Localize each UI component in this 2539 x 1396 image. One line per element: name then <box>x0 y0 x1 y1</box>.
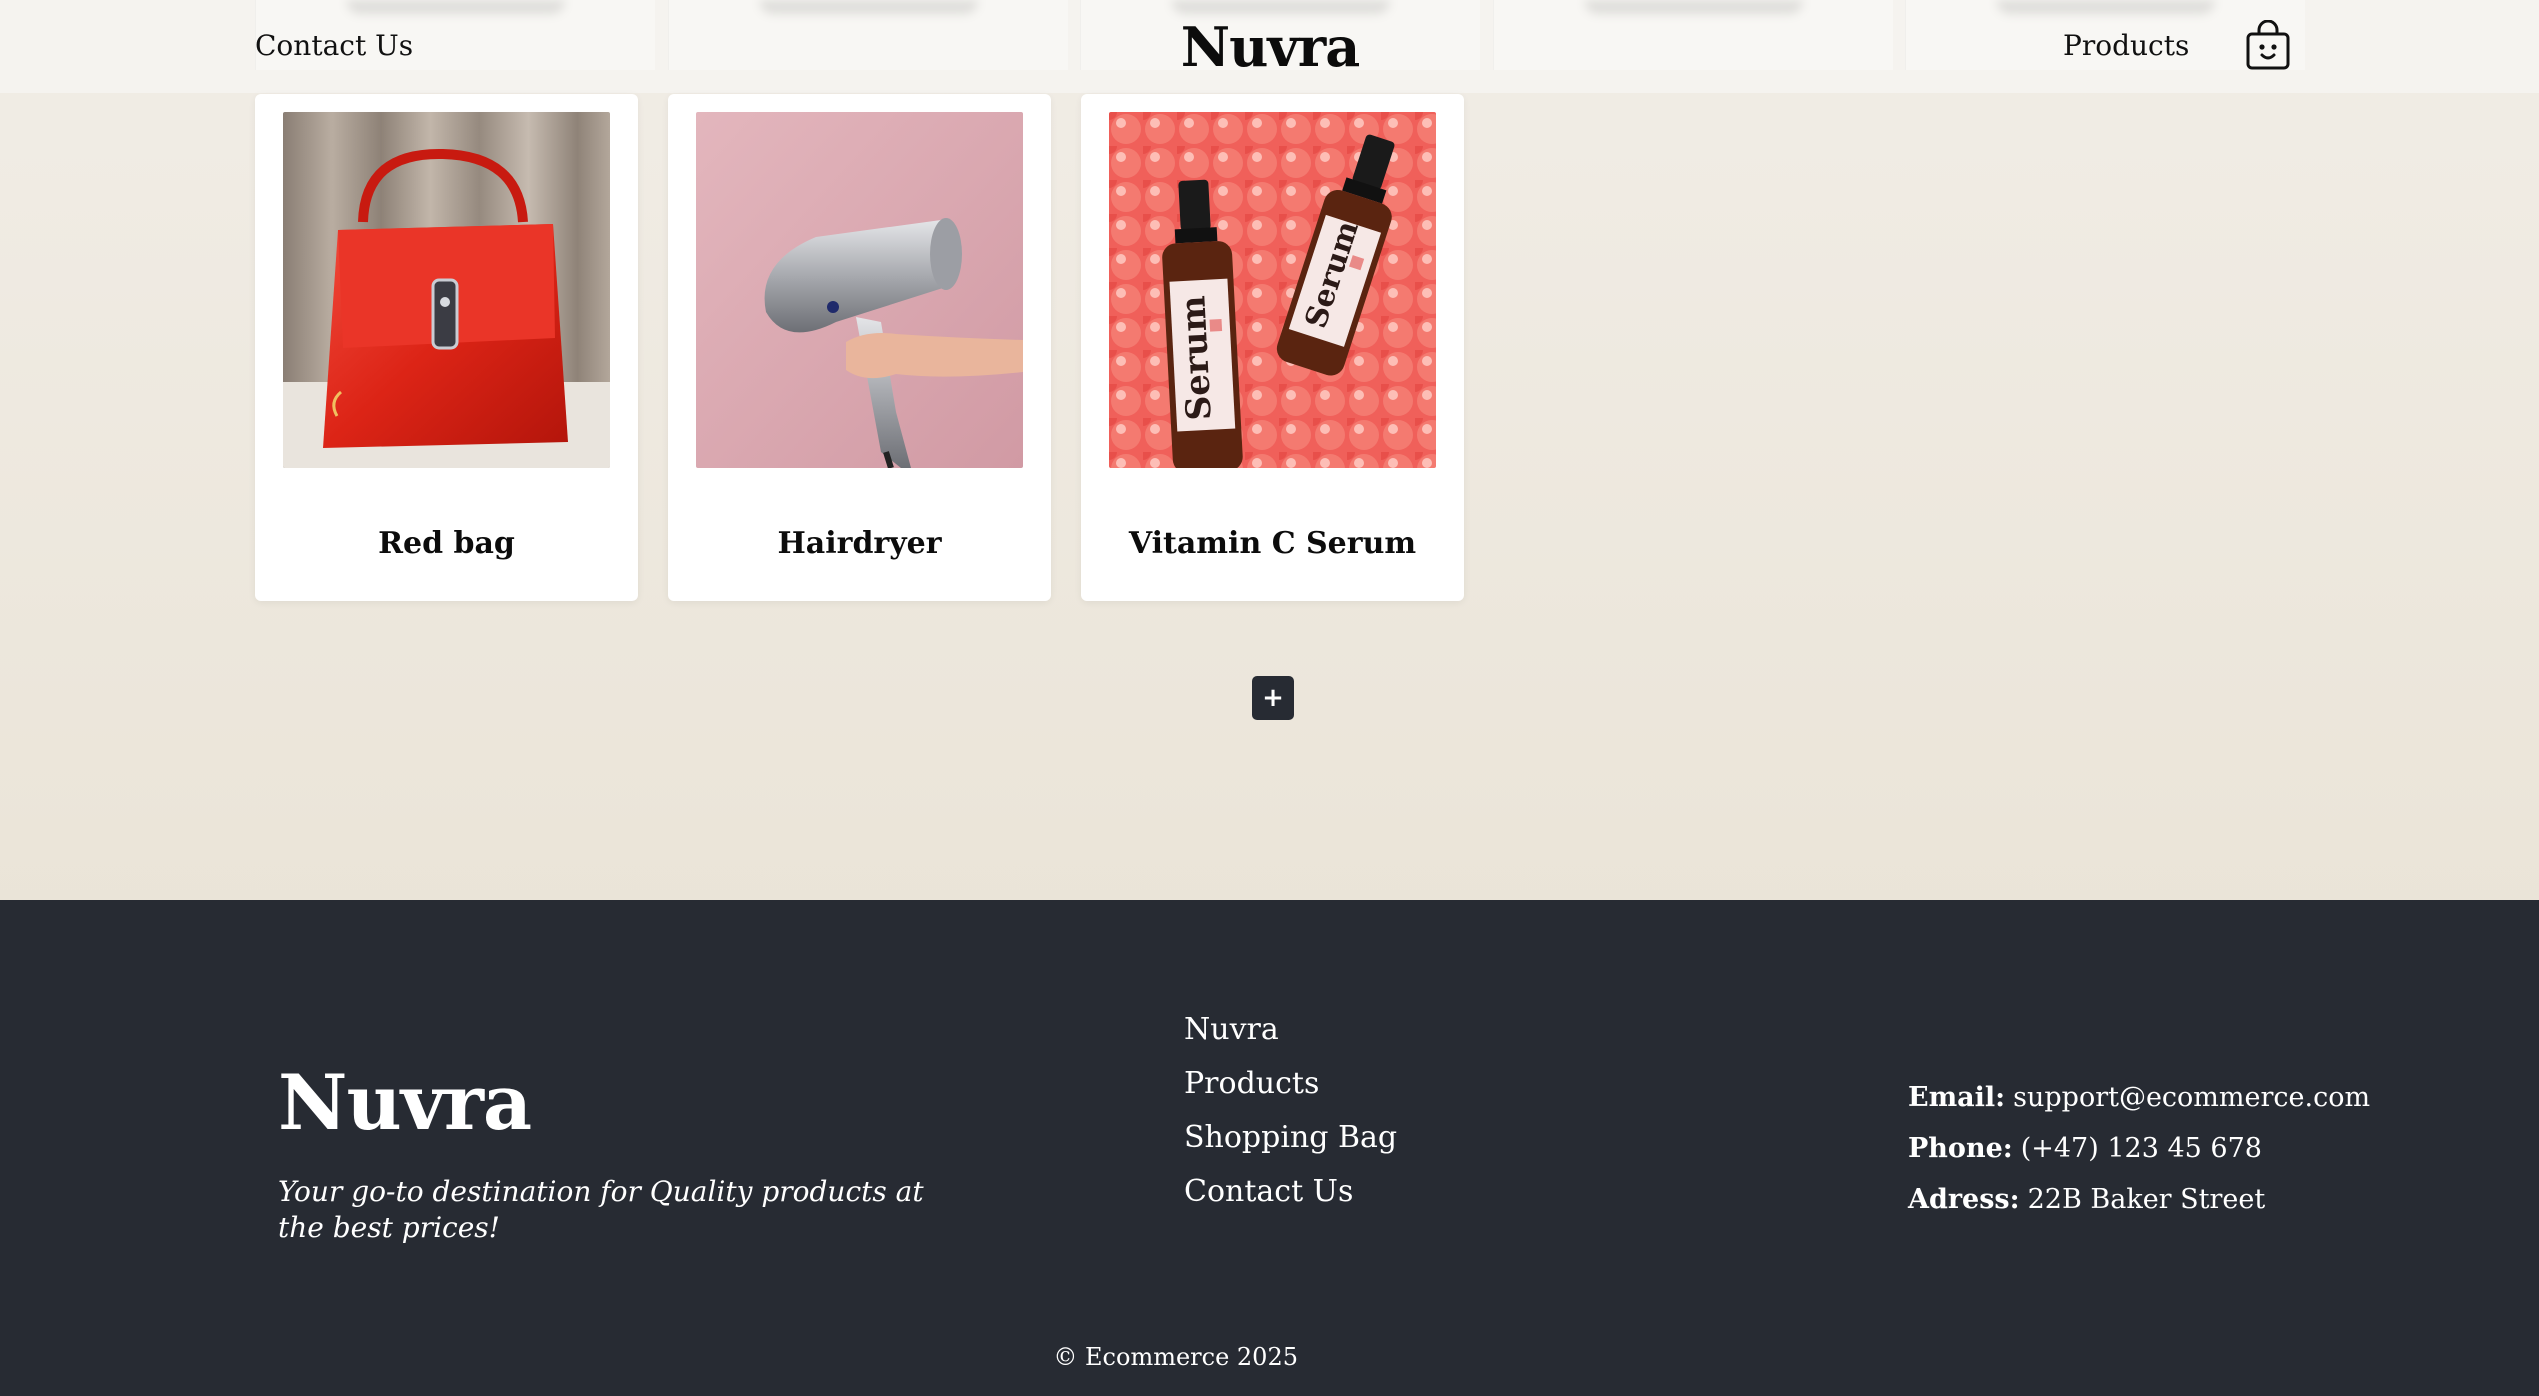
contact-address: Adress: 22B Baker Street <box>1908 1182 2370 1218</box>
nav-contact-us-link[interactable]: Contact Us <box>255 28 413 64</box>
product-image-vitamin-c-serum: Serum Serum <box>1109 112 1436 468</box>
product-image-hairdryer <box>696 112 1023 468</box>
copyright-text: © Ecommerce 2025 <box>1053 1343 1298 1371</box>
bottle-label: Serum <box>1173 295 1219 422</box>
contact-address-value: 22B Baker Street <box>2027 1184 2266 1215</box>
contact-email-label: Email: <box>1908 1082 2006 1113</box>
product-image-red-bag <box>283 112 610 468</box>
contact-email: Email: support@ecommerce.com <box>1908 1080 2370 1116</box>
footer-nav: Nuvra Products Shopping Bag Contact Us <box>1184 1010 1397 1226</box>
footer-contact-info: Email: support@ecommerce.com Phone: (+47) … <box>1908 1080 2370 1233</box>
footer-link-shopping-bag[interactable]: Shopping Bag <box>1184 1120 1397 1155</box>
site-header: Contact Us Nuvra Products <box>0 0 2539 93</box>
blurred-header-backdrop <box>668 0 1068 70</box>
shopping-bag-icon[interactable] <box>2244 19 2292 72</box>
site-footer: Nuvra Your go-to destination for Quality… <box>0 900 2539 1396</box>
product-card[interactable]: Hairdryer <box>668 94 1051 601</box>
nav-products-link[interactable]: Products <box>2063 28 2189 64</box>
contact-phone-label: Phone: <box>1908 1133 2013 1164</box>
footer-link-products[interactable]: Products <box>1184 1066 1319 1101</box>
footer-link-nuvra[interactable]: Nuvra <box>1184 1012 1279 1047</box>
product-card[interactable]: Serum Serum Vitamin C Serum <box>1081 94 1464 601</box>
blurred-header-backdrop <box>1493 0 1893 70</box>
contact-phone: Phone: (+47) 123 45 678 <box>1908 1131 2370 1167</box>
footer-tagline: Your go-to destination for Quality produ… <box>278 1175 924 1244</box>
footer-link-contact-us[interactable]: Contact Us <box>1184 1174 1353 1209</box>
product-card[interactable]: Red bag <box>255 94 638 601</box>
add-product-button[interactable]: + <box>1252 676 1294 720</box>
product-title: Hairdryer <box>777 526 942 561</box>
contact-address-label: Adress: <box>1908 1184 2020 1215</box>
site-logo[interactable]: Nuvra <box>1181 14 1360 80</box>
product-title: Vitamin C Serum <box>1128 526 1417 561</box>
footer-logo: Nuvra <box>278 1058 532 1147</box>
contact-phone-value: (+47) 123 45 678 <box>2020 1133 2262 1164</box>
product-title: Red bag <box>378 526 515 561</box>
contact-email-value: support@ecommerce.com <box>2013 1082 2371 1113</box>
